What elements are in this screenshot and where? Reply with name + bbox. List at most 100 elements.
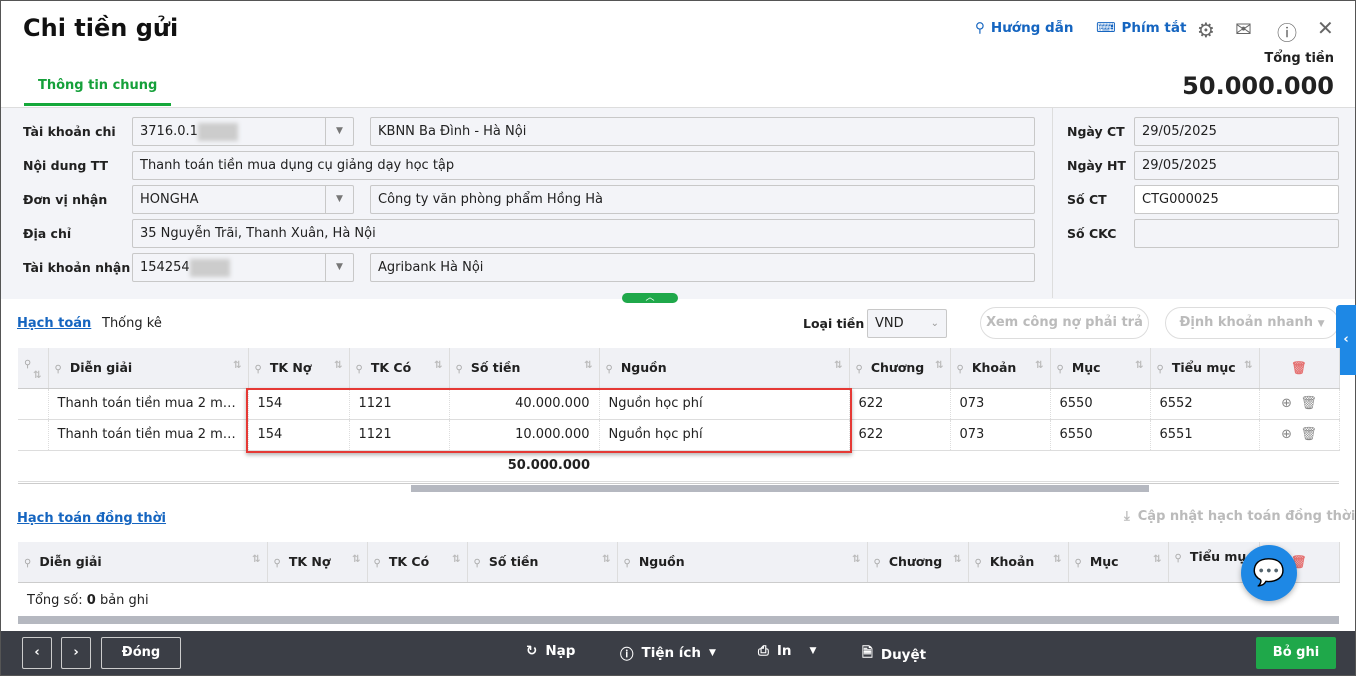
quick-entry-button[interactable]: Định khoản nhanh ▼ [1165, 307, 1339, 339]
column-header[interactable]: ⚲ Nguồn ⇅ [617, 542, 868, 583]
mail-icon[interactable]: ✉ [1235, 17, 1252, 41]
so-ckc-field[interactable] [1134, 219, 1339, 248]
column-header[interactable]: ⚲ TK Nợ ⇅ [248, 348, 350, 389]
pin-icon[interactable]: ⚲ [975, 558, 982, 569]
column-header[interactable]: ⚲ Mục ⇅ [1050, 348, 1151, 389]
pin-icon[interactable]: ⚲ [606, 364, 613, 375]
table-cell[interactable]: 6551 [1150, 419, 1260, 451]
don-vi-name-field[interactable]: Công ty văn phòng phẩm Hồng Hà [370, 185, 1035, 214]
pin-icon[interactable]: ⚲ [24, 558, 31, 569]
pin-icon[interactable]: ⚲ [1057, 364, 1064, 375]
column-header[interactable]: ⚲ Chương ⇅ [867, 542, 969, 583]
chat-icon[interactable]: 💬 [1241, 545, 1297, 601]
approve-button[interactable]: 🗎 Duyệt [862, 643, 926, 666]
column-header[interactable]: ⚲ TK Có ⇅ [349, 348, 450, 389]
tk-chi-bank-field[interactable]: KBNN Ba Đình - Hà Nội [370, 117, 1035, 146]
table-cell[interactable]: 6550 [1050, 419, 1151, 451]
table-cell[interactable]: 6550 [1050, 388, 1151, 420]
tab-thong-ke[interactable]: Thống kê [102, 316, 162, 331]
column-header[interactable]: ⚲ Khoản ⇅ [968, 542, 1069, 583]
view-debt-button[interactable]: Xem công nợ phải trả [980, 307, 1149, 339]
table-cell[interactable] [18, 419, 49, 451]
column-header[interactable]: ⚲ Diễn giải ⇅ [18, 542, 268, 583]
column-header[interactable]: ⚲ Mục ⇅ [1068, 542, 1169, 583]
table-cell[interactable]: 073 [950, 419, 1051, 451]
table-cell[interactable] [18, 388, 49, 420]
sort-icon[interactable]: ⇅ [852, 554, 860, 565]
dia-chi-field[interactable]: 35 Nguyễn Trãi, Thanh Xuân, Hà Nội [132, 219, 1035, 248]
sort-icon[interactable]: ⇅ [834, 360, 842, 371]
tk-nhan-bank-field[interactable]: Agribank Hà Nội [370, 253, 1035, 282]
sort-icon[interactable]: ⇅ [352, 554, 360, 565]
utilities-button[interactable]: ⓘ Tiện ích ▼ [620, 643, 716, 663]
ngay-ct-field[interactable]: 29/05/2025 [1134, 117, 1339, 146]
noi-dung-field[interactable]: Thanh toán tiền mua dụng cụ giảng dạy họ… [132, 151, 1035, 180]
column-header[interactable]: ⚲ Số tiền ⇅ [449, 348, 600, 389]
unpost-button[interactable]: Bỏ ghi [1256, 637, 1336, 669]
column-header[interactable]: ⚲ Khoản ⇅ [950, 348, 1051, 389]
add-row-icon[interactable]: ⊕ [1281, 427, 1292, 442]
prev-button[interactable]: ‹ [22, 637, 52, 669]
column-header[interactable]: ⚲ Diễn giải ⇅ [48, 348, 249, 389]
pin-icon[interactable]: ⚲ [55, 364, 62, 375]
sort-icon[interactable]: ⇅ [434, 360, 442, 371]
pin-icon[interactable]: ⚲ [474, 558, 481, 569]
sort-icon[interactable]: ⇅ [252, 554, 260, 565]
column-header[interactable]: ⚲ Tiểu mục ⇅ [1150, 348, 1260, 389]
pin-icon[interactable]: ⚲ [874, 558, 881, 569]
help-icon[interactable]: ⓘ [1277, 17, 1297, 46]
tab-general[interactable]: Thông tin chung [24, 78, 172, 106]
column-header[interactable]: ⚲ Nguồn ⇅ [599, 348, 850, 389]
table-cell[interactable]: 073 [950, 388, 1051, 420]
sort-icon[interactable]: ⇅ [1035, 360, 1043, 371]
sort-icon[interactable]: ⇅ [1053, 554, 1061, 565]
delete-all-icon[interactable]: 🗑 [1259, 348, 1340, 389]
concurrent-title[interactable]: Hạch toán đồng thời [17, 511, 166, 526]
print-button[interactable]: ⎙ In ▼ [758, 643, 816, 659]
sort-icon[interactable]: ⇅ [233, 360, 241, 371]
table-cell[interactable]: 6552 [1150, 388, 1260, 420]
close-button[interactable]: Đóng [101, 637, 181, 669]
sort-icon[interactable]: ⇅ [1153, 554, 1161, 565]
sort-icon[interactable]: ⇅ [584, 360, 592, 371]
close-icon[interactable]: ✕ [1317, 16, 1334, 40]
pin-icon[interactable]: ⚲ [624, 558, 631, 569]
horizontal-scrollbar[interactable] [411, 485, 1149, 492]
sort-icon[interactable]: ⇅ [1244, 360, 1252, 371]
reload-button[interactable]: ↻ Nạp [526, 643, 575, 659]
pin-icon[interactable]: ⚲ [856, 364, 863, 375]
sort-icon[interactable]: ⇅ [935, 360, 943, 371]
update-concurrent-button[interactable]: ⤓ Cập nhật hạch toán đồng thời [1124, 509, 1355, 524]
pin-icon[interactable]: ⚲ [274, 558, 281, 569]
so-ct-field[interactable]: CTG000025 [1134, 185, 1339, 214]
table-cell[interactable]: 622 [849, 419, 951, 451]
tk-chi-select[interactable]: 3716.0.1 ▼ [132, 117, 354, 146]
pin-icon[interactable]: ⚲ [456, 364, 463, 375]
pin-icon[interactable]: ⚲ [374, 558, 381, 569]
pin-icon[interactable]: ⚲ [24, 359, 31, 370]
chevron-down-icon[interactable]: ▼ [325, 254, 353, 281]
guide-link[interactable]: ⚲ Hướng dẫn [975, 20, 1073, 36]
table-cell[interactable]: 622 [849, 388, 951, 420]
currency-select[interactable]: VND ⌄ [867, 309, 947, 338]
gear-icon[interactable]: ⚙ [1197, 18, 1215, 42]
pin-icon[interactable]: ⚲ [957, 364, 964, 375]
chevron-down-icon[interactable]: ▼ [325, 118, 353, 145]
tk-nhan-select[interactable]: 154254 ▼ [132, 253, 354, 282]
add-row-icon[interactable]: ⊕ [1281, 396, 1292, 411]
sort-icon[interactable]: ⇅ [452, 554, 460, 565]
sort-icon[interactable]: ⇅ [953, 554, 961, 565]
column-header[interactable]: ⚲ TK Có ⇅ [367, 542, 468, 583]
column-header[interactable]: ⚲ TK Nợ ⇅ [267, 542, 368, 583]
sort-icon[interactable]: ⇅ [602, 554, 610, 565]
sort-icon[interactable]: ⇅ [334, 360, 342, 371]
collapse-toggle[interactable]: ︿ [622, 293, 678, 303]
pin-icon[interactable]: ⚲ [1175, 553, 1182, 564]
sort-icon[interactable]: ⇅ [1135, 360, 1143, 371]
don-vi-select[interactable]: HONGHA ▼ [132, 185, 354, 214]
column-header[interactable]: ⚲ ⇅ [18, 348, 49, 389]
pin-icon[interactable]: ⚲ [356, 364, 363, 375]
ngay-ht-field[interactable]: 29/05/2025 [1134, 151, 1339, 180]
horizontal-scrollbar[interactable] [18, 616, 1339, 624]
chevron-down-icon[interactable]: ▼ [325, 186, 353, 213]
